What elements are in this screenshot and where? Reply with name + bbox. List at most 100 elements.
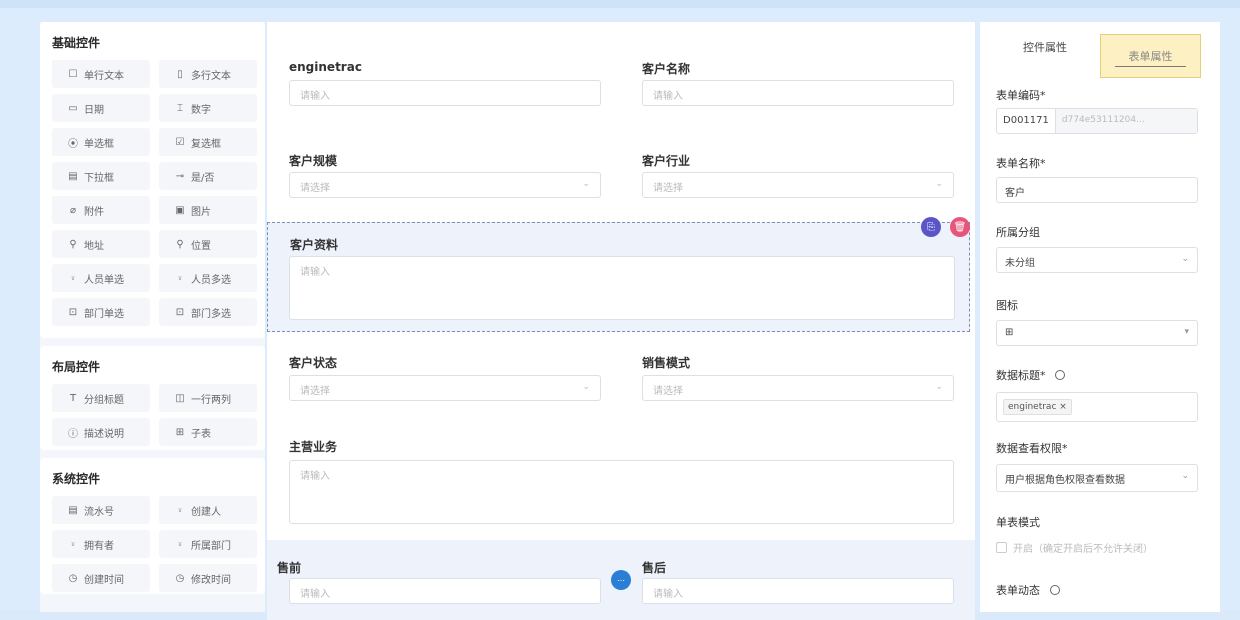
app-frame: 基础控件 ☐ 单行文本 ▯ 多行文本 ▭ 日期 ⌶ 数字 ⦿ 单选框 ☑ 复选框 ▤ 下拉框 ⊸ 是/否 ⌀ 附件… (0, 0, 1240, 620)
form-code-prefix: D001171 (997, 109, 1056, 133)
control-icon: ▤ (68, 170, 78, 182)
placeholder: 请输入 (300, 91, 330, 102)
control-label: 是/否 (191, 172, 215, 184)
palette-control[interactable]: ⦿ 单选框 (52, 128, 150, 156)
selected-field-customer-profile[interactable]: 客户资料 请输入 (267, 222, 970, 332)
permission-label: 数据查看权限* (996, 442, 1068, 455)
single-table-mode-checkbox[interactable]: 开启（确定开启后不允许关闭） (996, 540, 1153, 555)
group-select[interactable]: 未分组 ⌄ (996, 247, 1198, 273)
palette-control[interactable]: ▤ 下拉框 (52, 162, 150, 190)
field-customer-industry[interactable]: 客户行业 (642, 152, 690, 168)
two-column-section: 售前 请输入 售后 请输入 ⋯ (267, 540, 975, 620)
tab-control-properties[interactable]: 控件属性 (990, 25, 1100, 69)
help-icon[interactable] (1055, 370, 1065, 380)
palette-control[interactable]: ⊞ 子表 (159, 418, 257, 446)
palette-control[interactable]: ⓘ 描述说明 (52, 418, 150, 446)
permission-select[interactable]: 用户根据角色权限查看数据 ⌄ (996, 464, 1198, 492)
palette-control[interactable]: ▣ 图片 (159, 196, 257, 224)
placeholder: 请选择 (653, 386, 683, 397)
palette-control[interactable]: ⚲ 地址 (52, 230, 150, 258)
control-label: 流水号 (84, 506, 114, 518)
customer-name-input[interactable]: 请输入 (642, 80, 954, 106)
field-customer-scale[interactable]: 客户规模 (289, 152, 337, 168)
palette-control[interactable]: ☑ 复选框 (159, 128, 257, 156)
field-label: 客户状态 (289, 356, 338, 370)
chevron-down-icon: ⌄ (935, 382, 943, 392)
chevron-down-icon: ⌄ (935, 179, 943, 189)
palette-control[interactable]: ⍤ 创建人 (159, 496, 257, 524)
field-label: 客户行业 (642, 154, 691, 168)
control-icon: ◫ (175, 392, 185, 404)
palette-control[interactable]: ⊡ 部门多选 (159, 298, 257, 326)
control-label: 修改时间 (191, 574, 231, 586)
group-title: 基础控件 (52, 36, 101, 50)
single-table-mode-label: 单表模式 (996, 516, 1040, 529)
presale-input[interactable]: 请输入 (289, 578, 601, 604)
delete-icon[interactable]: 🗑 (950, 217, 970, 237)
sales-mode-select[interactable]: 请选择 ⌄ (642, 375, 954, 401)
icon-select[interactable]: ⊞ ▾ (996, 320, 1198, 346)
customer-industry-select[interactable]: 请选择 ⌄ (642, 172, 954, 198)
tab-form-properties[interactable]: 表单属性 (1100, 34, 1201, 78)
group-value: 未分组 (1005, 258, 1035, 269)
customer-scale-select[interactable]: 请选择 ⌄ (289, 172, 601, 198)
palette-control[interactable]: ⍤ 拥有者 (52, 530, 150, 558)
control-icon: ⓘ (68, 428, 78, 440)
main-business-textarea[interactable]: 请输入 (289, 460, 954, 524)
control-icon: ⊡ (175, 306, 185, 318)
palette-control[interactable]: ☐ 单行文本 (52, 60, 150, 88)
basic-controls-grid: ☐ 单行文本 ▯ 多行文本 ▭ 日期 ⌶ 数字 ⦿ 单选框 ☑ 复选框 ▤ 下拉框 ⊸ 是/否 ⌀ 附件 ▣ 图片 ⚲ 地… (52, 60, 257, 326)
palette-control[interactable]: ▤ 流水号 (52, 496, 150, 524)
basic-controls-group: 基础控件 ☐ 单行文本 ▯ 多行文本 ▭ 日期 ⌶ 数字 ⦿ 单选框 ☑ 复选框 ▤ 下拉框 ⊸ 是/否 ⌀ 附件… (40, 22, 265, 338)
palette-control[interactable]: ◷ 创建时间 (52, 564, 150, 592)
control-label: 所属部门 (191, 540, 231, 552)
control-icon: ⌶ (177, 102, 183, 114)
palette-control[interactable]: ⍤ 人员多选 (159, 264, 257, 292)
placeholder: 请输入 (300, 267, 330, 278)
field-customer-name[interactable]: 客户名称 (642, 60, 690, 76)
control-icon: ◷ (68, 572, 78, 584)
help-icon[interactable] (1049, 585, 1060, 595)
group-title: 布局控件 (52, 360, 101, 374)
data-title-text: 数据标题* (996, 369, 1046, 382)
aftersale-input[interactable]: 请输入 (642, 578, 954, 604)
form-code-field: D001171 d774e53111204... (996, 108, 1198, 134)
control-icon: ⚲ (176, 238, 184, 250)
control-label: 单行文本 (84, 70, 124, 82)
close-icon[interactable]: × (1059, 402, 1067, 412)
control-label: 一行两列 (191, 394, 231, 406)
system-controls-group: 系统控件 ▤ 流水号 ⍤ 创建人 ⍤ 拥有者 ⍤ 所属部门 ◷ 创建时间 ◷ 修改时间 (40, 458, 265, 594)
copy-icon[interactable]: ⎘ (921, 217, 941, 237)
palette-control[interactable]: ⍤ 所属部门 (159, 530, 257, 558)
enginetrac-input[interactable]: 请输入 (289, 80, 601, 106)
palette-control[interactable]: ◫ 一行两列 (159, 384, 257, 412)
palette-control[interactable]: ⌀ 附件 (52, 196, 150, 224)
palette-control[interactable]: ⌶ 数字 (159, 94, 257, 122)
form-dynamic-label: 表单动态 (996, 582, 1060, 598)
palette-control[interactable]: ▭ 日期 (52, 94, 150, 122)
palette-control[interactable]: ▯ 多行文本 (159, 60, 257, 88)
data-title-select[interactable]: enginetrac × (996, 392, 1198, 422)
control-icon: ▯ (177, 68, 183, 80)
control-icon: ⍤ (177, 504, 183, 516)
palette-control[interactable]: ⚲ 位置 (159, 230, 257, 258)
system-controls-grid: ▤ 流水号 ⍤ 创建人 ⍤ 拥有者 ⍤ 所属部门 ◷ 创建时间 ◷ 修改时间 (52, 496, 257, 592)
customer-status-select[interactable]: 请选择 ⌄ (289, 375, 601, 401)
form-name-input[interactable]: 客户 (996, 177, 1198, 203)
palette-control[interactable]: ◷ 修改时间 (159, 564, 257, 592)
control-icon: ⊞ (175, 426, 185, 438)
chevron-down-icon: ⌄ (582, 179, 590, 189)
palette-control[interactable]: ⊸ 是/否 (159, 162, 257, 190)
control-icon: ◷ (175, 572, 185, 584)
field-enginetrac[interactable]: enginetrac (289, 60, 362, 76)
checkbox-icon[interactable] (996, 542, 1007, 553)
control-label: 图片 (191, 206, 211, 218)
placeholder: 请选择 (653, 183, 683, 194)
field-label: 销售模式 (642, 356, 691, 370)
palette-control[interactable]: T 分组标题 (52, 384, 150, 412)
placeholder: 请输入 (653, 91, 683, 102)
drag-handle-icon[interactable]: ⋯ (611, 570, 631, 590)
palette-control[interactable]: ⍤ 人员单选 (52, 264, 150, 292)
palette-control[interactable]: ⊡ 部门单选 (52, 298, 150, 326)
customer-profile-textarea[interactable]: 请输入 (289, 256, 955, 320)
